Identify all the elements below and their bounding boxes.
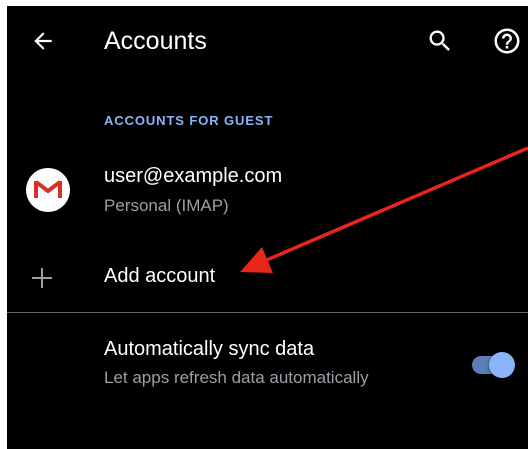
account-type: Personal (IMAP)	[104, 196, 229, 215]
page-title: Accounts	[104, 27, 207, 55]
gmail-icon	[34, 180, 62, 198]
section-header: ACCOUNTS FOR GUEST	[104, 113, 274, 128]
add-account-button[interactable]: Add account	[7, 250, 528, 308]
top-app-bar: Accounts	[7, 6, 528, 76]
divider	[7, 312, 528, 313]
plus-icon	[32, 268, 52, 288]
sync-setting-row[interactable]: Automatically sync data Let apps refresh…	[7, 328, 528, 408]
sync-title: Automatically sync data	[104, 338, 315, 360]
sync-toggle[interactable]	[468, 348, 516, 382]
sync-subtitle: Let apps refresh data automatically	[104, 368, 369, 387]
avatar	[26, 168, 70, 212]
account-row[interactable]: user@example.com Personal (IMAP)	[7, 156, 528, 236]
add-account-label: Add account	[104, 265, 216, 287]
account-email: user@example.com	[104, 165, 283, 187]
arrow-left-icon[interactable]	[30, 28, 56, 54]
search-icon[interactable]	[426, 27, 454, 55]
toggle-thumb	[489, 352, 515, 378]
accounts-screen: Accounts ACCOUNTS FOR GUEST user@example…	[7, 6, 528, 449]
help-icon[interactable]	[492, 26, 522, 56]
